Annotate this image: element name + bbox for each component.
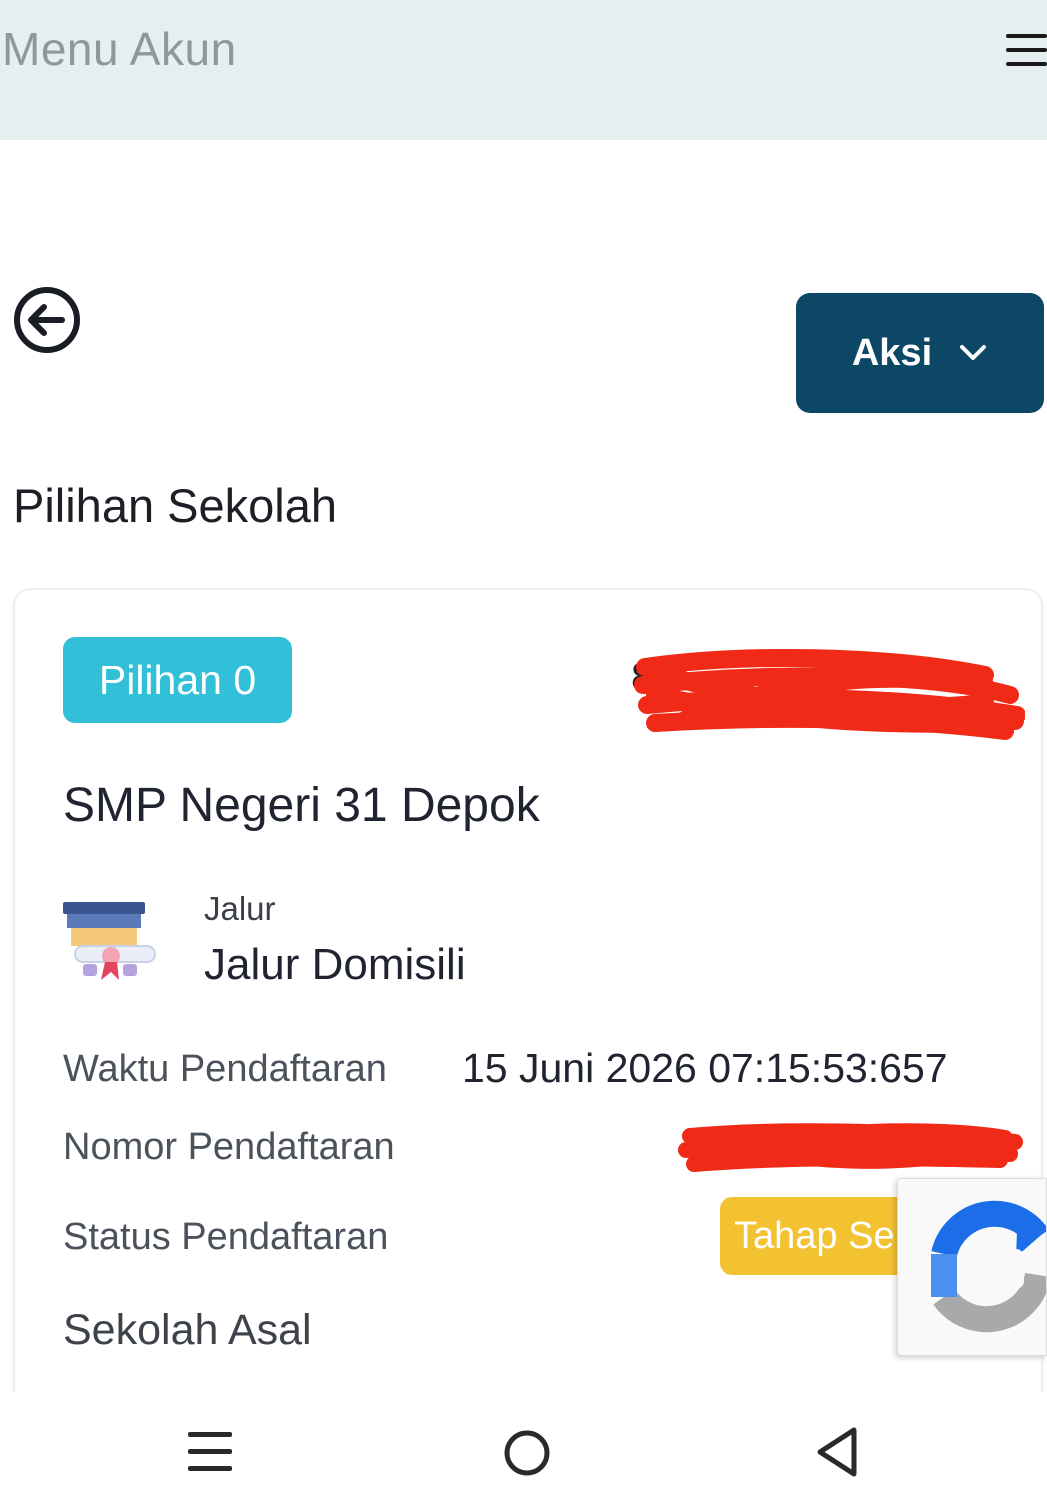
waktu-pendaftaran-label: Waktu Pendaftaran [63, 1048, 387, 1090]
school-choice-card: Pilihan 0 8 SMP Negeri 31 Depok Jalur Ja… [13, 588, 1043, 1418]
status-pendaftaran-label: Status Pendaftaran [63, 1216, 389, 1258]
arrow-left-circle-icon[interactable] [12, 284, 84, 356]
waktu-pendaftaran-value: 15 Juni 2026 07:15:53:657 [462, 1045, 948, 1091]
section-title: Pilihan Sekolah [13, 479, 337, 532]
nomor-pendaftaran-label: Nomor Pendaftaran [63, 1126, 395, 1168]
jalur-value: Jalur Domisili [204, 940, 466, 989]
sekolah-asal-title: Sekolah Asal [63, 1306, 312, 1354]
back-triangle-icon[interactable] [814, 1426, 862, 1478]
system-navigation-bar [0, 1392, 1047, 1497]
graduation-certificate-icon [63, 902, 156, 980]
recaptcha-badge[interactable] [897, 1178, 1047, 1356]
recaptcha-icon [931, 1200, 1046, 1333]
header-title: Menu Akun [2, 23, 237, 75]
page: Menu Akun Aksi Pilihan Sekolah Pilihan 0… [0, 0, 1047, 1497]
hamburger-menu-icon[interactable] [1006, 30, 1047, 70]
redaction-scribble-nomor [678, 1123, 1023, 1172]
registration-code-visible-digit: 8 [631, 655, 655, 699]
jalur-label: Jalur [204, 890, 276, 927]
school-name: SMP Negeri 31 Depok [63, 779, 540, 832]
aksi-dropdown-button[interactable]: Aksi [796, 293, 1044, 413]
home-icon[interactable] [502, 1428, 552, 1478]
app-header: Menu Akun [0, 0, 1047, 140]
aksi-button-label: Aksi [851, 331, 933, 374]
chevron-down-icon [960, 345, 987, 360]
recents-icon[interactable] [186, 1430, 234, 1474]
choice-badge: Pilihan 0 [63, 637, 292, 723]
registration-code-top: 8 [631, 655, 1011, 715]
